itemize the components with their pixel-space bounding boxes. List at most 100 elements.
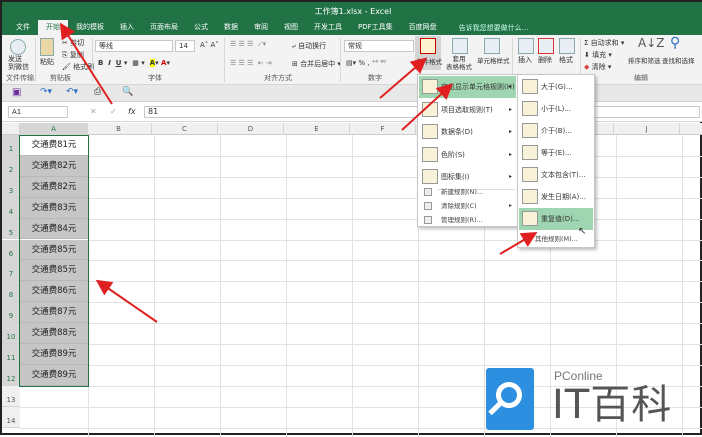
tab-7[interactable]: 审阅: [246, 20, 276, 35]
highlight-rule-1[interactable]: 小于(L)...: [519, 98, 593, 120]
select-all-corner[interactable]: [2, 123, 20, 135]
row-header-4[interactable]: 4: [2, 197, 20, 219]
insert-cells-button[interactable]: 插入: [518, 55, 532, 65]
tab-8[interactable]: 视图: [276, 20, 306, 35]
tab-10[interactable]: PDF工具集: [350, 20, 401, 35]
merge-center-button[interactable]: ⊞ 合并后居中 ▾: [292, 59, 341, 69]
delete-cells-icon: [538, 38, 554, 54]
tab-9[interactable]: 开发工具: [306, 20, 350, 35]
tab-3[interactable]: 插入: [112, 20, 142, 35]
column-header-A[interactable]: A: [20, 123, 88, 135]
cell-A12[interactable]: 交通费89元: [20, 364, 88, 386]
wrap-text-button[interactable]: ⤶ 自动换行: [292, 41, 326, 51]
preview-icon[interactable]: 🔍: [122, 87, 133, 97]
tab-2[interactable]: 我的模板: [68, 20, 112, 35]
cond-menu-item-0[interactable]: 突出显示单元格规则(H) ▸: [419, 76, 516, 98]
cond-menu-small-2[interactable]: 管理规则(R)...: [419, 213, 516, 227]
format-painter-button[interactable]: 🖌 格式刷: [62, 62, 94, 72]
enter-icon[interactable]: ✓: [110, 107, 117, 116]
row-header-8[interactable]: 8: [2, 281, 20, 303]
cond-menu-small-1[interactable]: 清除规则(C) ▸: [419, 199, 516, 213]
row-header-13[interactable]: 13: [2, 385, 20, 407]
cell-A4[interactable]: 交通费83元: [20, 197, 88, 219]
highlight-rule-3[interactable]: 等于(E)...: [519, 142, 593, 164]
row-header-3[interactable]: 3: [2, 176, 20, 198]
insert-function-button[interactable]: fx: [128, 107, 136, 116]
paste-button[interactable]: 粘贴: [40, 57, 54, 67]
font-grow-shrink[interactable]: A˄ A˅: [200, 41, 219, 49]
font-name-select[interactable]: 等线: [95, 40, 173, 52]
cancel-icon[interactable]: ✕: [90, 107, 97, 116]
number-buttons[interactable]: ▤▾ % ‚ ⁺⁰ ⁰⁰: [346, 59, 386, 67]
cond-menu-item-1[interactable]: 项目选取规则(T) ▸: [419, 99, 516, 121]
copy-button[interactable]: ⎘ 复制: [62, 50, 84, 60]
row-header-14[interactable]: 14: [2, 406, 20, 428]
font-size-select[interactable]: 14: [175, 40, 195, 52]
row-header-11[interactable]: 11: [2, 344, 20, 365]
row-header-12[interactable]: 12: [2, 364, 20, 386]
column-header-C[interactable]: C: [152, 123, 218, 135]
row-header-10[interactable]: 10: [2, 323, 20, 344]
highlight-rule-4[interactable]: 文本包含(T)...: [519, 164, 593, 186]
cell-A9[interactable]: 交通费87元: [20, 302, 88, 324]
cell-A8[interactable]: 交通费86元: [20, 281, 88, 303]
column-header-E[interactable]: E: [284, 123, 350, 135]
redo-icon[interactable]: ↷▾: [40, 87, 52, 97]
cut-button[interactable]: ✂ 剪切: [62, 38, 84, 48]
highlight-rule-5[interactable]: 发生日期(A)...: [519, 186, 593, 208]
cell-A10[interactable]: 交通费88元: [20, 323, 88, 344]
fill-button[interactable]: ⬇ 填充 ▾: [584, 50, 612, 60]
highlight-rule-2[interactable]: 介于(B)...: [519, 120, 593, 142]
undo-icon[interactable]: ↶▾: [66, 87, 78, 97]
cell-A1[interactable]: 交通费81元: [20, 135, 88, 156]
tab-5[interactable]: 公式: [186, 20, 216, 35]
name-box[interactable]: A1: [8, 106, 68, 118]
row-header-7[interactable]: 7: [2, 260, 20, 282]
column-header-D[interactable]: D: [218, 123, 284, 135]
row-header-2[interactable]: 2: [2, 155, 20, 177]
cell-A11[interactable]: 交通费89元: [20, 344, 88, 365]
gridline: [20, 155, 702, 157]
tab-4[interactable]: 页面布局: [142, 20, 186, 35]
column-header-F[interactable]: F: [350, 123, 416, 135]
conditional-format-button[interactable]: 条件格式: [415, 36, 442, 70]
cell-A6[interactable]: 交通费85元: [20, 239, 88, 261]
tab-6[interactable]: 数据: [216, 20, 246, 35]
tab-1[interactable]: 开始: [38, 20, 68, 35]
align-buttons[interactable]: ☰ ☰ ☰ ⇤ ⇥: [230, 59, 272, 67]
number-format-select[interactable]: 常规: [344, 40, 414, 52]
find-select-button[interactable]: 查找和选择: [662, 55, 695, 65]
clear-button[interactable]: ◆ 清除 ▾: [584, 62, 611, 72]
cell-A7[interactable]: 交通费85元: [20, 260, 88, 282]
paste-icon: [40, 38, 54, 56]
tab-11[interactable]: 百度网盘: [401, 20, 445, 35]
cell-A5[interactable]: 交通费84元: [20, 218, 88, 240]
send-to-wechat-button[interactable]: 发送 到微信: [8, 55, 29, 71]
highlight-rule-0[interactable]: 大于(G)...: [519, 76, 593, 98]
save-icon[interactable]: ▣: [12, 87, 21, 98]
sort-filter-button[interactable]: 排序和筛选: [628, 55, 661, 65]
cond-menu-item-2[interactable]: 数据条(D) ▸: [419, 121, 516, 143]
font-style-buttons[interactable]: B I U ▾ ▦ ▾ A▾ A▾: [98, 59, 170, 67]
rule-icon: [422, 79, 438, 94]
format-cells-button[interactable]: 格式: [559, 55, 573, 65]
tell-me-search[interactable]: 告诉我您想要做什么...: [459, 23, 529, 33]
table-format-button[interactable]: 套用 表格格式: [446, 55, 472, 71]
row-header-5[interactable]: 5: [2, 218, 20, 240]
gridline: [20, 176, 702, 178]
row-header-9[interactable]: 9: [2, 302, 20, 324]
column-header-J[interactable]: J: [614, 123, 680, 135]
cond-menu-item-3[interactable]: 色阶(S) ▸: [419, 144, 516, 166]
row-header-6[interactable]: 6: [2, 239, 20, 261]
cell-A3[interactable]: 交通费82元: [20, 176, 88, 198]
column-header-B[interactable]: B: [86, 123, 152, 135]
autosum-button[interactable]: Σ 自动求和 ▾: [584, 38, 624, 48]
print-preview-icon[interactable]: ⎙: [94, 87, 101, 97]
cell-A2[interactable]: 交通费82元: [20, 155, 88, 177]
cell-style-button[interactable]: 单元格样式: [477, 55, 510, 65]
row-header-1[interactable]: 1: [2, 135, 20, 156]
cond-menu-small-0[interactable]: 新建规则(N)...: [419, 185, 516, 199]
tab-0[interactable]: 文件: [8, 20, 38, 35]
delete-cells-button[interactable]: 删除: [538, 55, 552, 65]
align-top-buttons[interactable]: ☰ ☰ ☰ ⟋▾: [230, 40, 266, 49]
